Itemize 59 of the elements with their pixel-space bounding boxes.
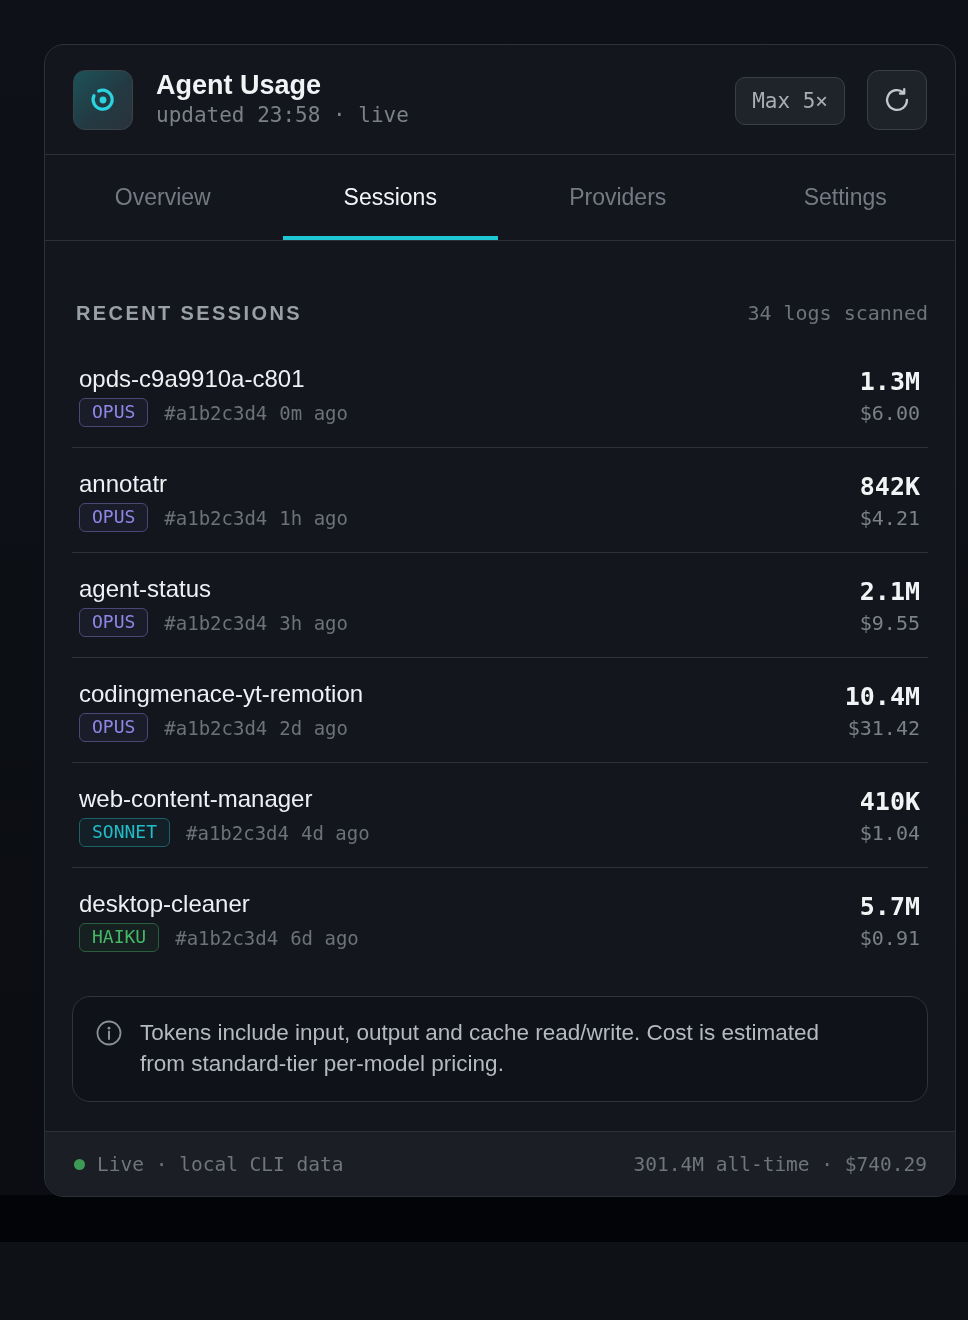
session-name: annotatr [79, 470, 168, 498]
session-row[interactable]: codingmenace-yt-remotion OPUS #a1b2c3d4 2d ago 10.4M $31.42 [72, 658, 928, 763]
note-text: Tokens include input, output and cache read/write. Cost is estimated from standard-tier per-model pricing. [140, 1019, 821, 1078]
model-tag: OPUS [79, 398, 149, 427]
session-hash: #a1b2c3d4 [164, 716, 268, 739]
tab[interactable]: Overview [55, 155, 271, 240]
session-name: opds-c9a9910a-c801 [79, 365, 305, 393]
token-count: 10.4M [844, 682, 920, 712]
session-age: 2d ago [279, 716, 348, 739]
session-cost: $4.21 [859, 505, 920, 532]
tab[interactable]: Providers [510, 155, 726, 240]
session-row[interactable]: web-content-manager SONNET #a1b2c3d4 4d ago 410K $1.04 [72, 763, 928, 868]
session-age: 6d ago [290, 926, 359, 949]
plan-badge: Max 5× [735, 76, 845, 125]
session-cost: $1.04 [859, 820, 920, 847]
token-count: 5.7M [859, 892, 920, 922]
session-cost: $31.42 [847, 715, 920, 742]
token-count: 842K [859, 472, 920, 502]
session-cost: $0.91 [859, 925, 920, 952]
session-age: 1h ago [279, 506, 348, 529]
session-name: codingmenace-yt-remotion [79, 680, 364, 708]
model-tag: OPUS [79, 713, 149, 742]
session-hash: #a1b2c3d4 [175, 926, 279, 949]
session-row[interactable]: agent-status OPUS #a1b2c3d4 3h ago 2.1M $9.55 [72, 553, 928, 658]
update-status-text: updated 23:58 · live [156, 101, 409, 129]
status-text: Live · local CLI data [97, 1152, 344, 1176]
refresh-icon [883, 85, 911, 114]
section-title: RECENT SESSIONS [76, 301, 303, 325]
session-hash: #a1b2c3d4 [186, 821, 289, 844]
info-icon [96, 1020, 122, 1046]
session-name: web-content-manager [79, 785, 313, 813]
session-cost: $6.00 [859, 400, 920, 427]
session-row[interactable]: annotatr OPUS #a1b2c3d4 1h ago 842K $4.21 [72, 448, 928, 553]
session-age: 0m ago [279, 401, 348, 424]
session-hash: #a1b2c3d4 [164, 506, 268, 529]
session-name: agent-status [79, 575, 212, 603]
session-hash: #a1b2c3d4 [164, 611, 268, 634]
logs-count-text: 34 logs scanned [747, 301, 928, 325]
session-cost: $9.55 [859, 610, 920, 637]
tab[interactable]: Sessions [282, 155, 498, 240]
session-name: desktop-cleaner [79, 890, 250, 918]
session-hash: #a1b2c3d4 [164, 401, 268, 424]
model-tag: OPUS [79, 503, 149, 532]
tab[interactable]: Settings [737, 155, 953, 240]
token-count: 1.3M [859, 367, 920, 397]
logo-icon [73, 69, 133, 130]
totals-text: 301.4M all-time · $740.29 [633, 1152, 927, 1176]
token-count: 2.1M [859, 577, 920, 607]
refresh-button[interactable] [867, 69, 927, 130]
model-tag: HAIKU [79, 923, 160, 952]
session-age: 4d ago [301, 821, 370, 844]
app-title: Agent Usage [156, 69, 322, 100]
session-age: 3h ago [279, 611, 348, 634]
token-count: 410K [859, 787, 920, 817]
model-tag: OPUS [79, 608, 149, 637]
session-row[interactable]: opds-c9a9910a-c801 OPUS #a1b2c3d4 0m ago 1.3M $6.00 [72, 343, 928, 448]
session-row[interactable]: desktop-cleaner HAIKU #a1b2c3d4 6d ago 5.7M $0.91 [72, 868, 928, 973]
model-tag: SONNET [79, 818, 171, 847]
status-dot-icon [74, 1158, 85, 1170]
